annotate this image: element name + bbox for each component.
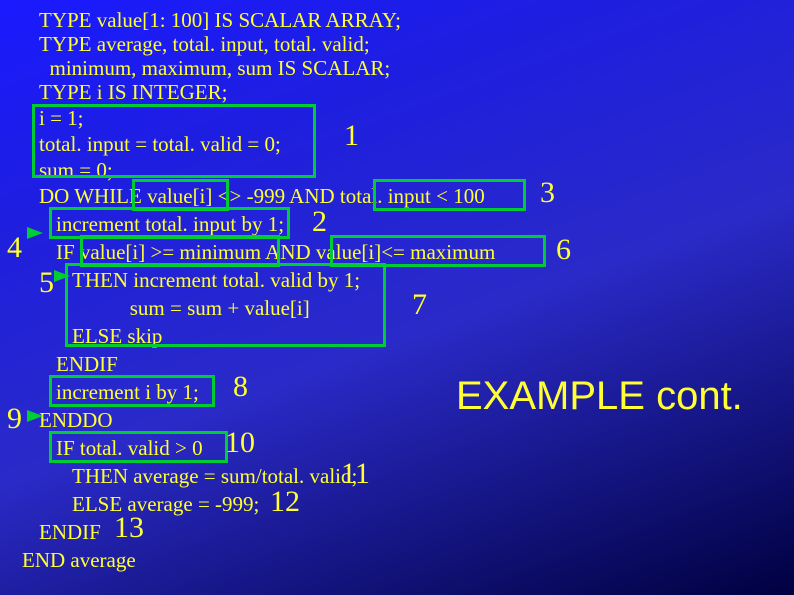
region-box-10 bbox=[49, 431, 228, 463]
code-line-16: ENDDO bbox=[39, 410, 113, 431]
region-number-2: 2 bbox=[312, 207, 327, 237]
region-number-9: 9 bbox=[7, 404, 22, 434]
code-line-20: ENDIF bbox=[39, 522, 101, 543]
code-line-18: THEN average = sum/total. valid; bbox=[72, 466, 357, 487]
region-number-3: 3 bbox=[540, 178, 555, 208]
code-line-21: END average bbox=[22, 550, 136, 571]
arrow-icon-9 bbox=[27, 410, 43, 422]
region-box-1 bbox=[32, 104, 316, 178]
region-number-8: 8 bbox=[233, 372, 248, 402]
region-number-5: 5 bbox=[39, 268, 54, 298]
region-number-10: 10 bbox=[225, 428, 255, 458]
region-number-1: 1 bbox=[344, 121, 359, 151]
region-number-13: 13 bbox=[114, 513, 144, 543]
slide-stage: TYPE value[1: 100] IS SCALAR ARRAY; TYPE… bbox=[0, 0, 794, 595]
region-box-3 bbox=[373, 179, 526, 211]
region-number-6: 6 bbox=[556, 235, 571, 265]
code-line-2: TYPE average, total. input, total. valid… bbox=[39, 34, 370, 55]
region-number-12: 12 bbox=[270, 487, 300, 517]
region-box-7 bbox=[65, 263, 386, 347]
arrow-icon-5 bbox=[54, 270, 70, 282]
region-number-7: 7 bbox=[412, 290, 427, 320]
region-number-11: 11 bbox=[341, 459, 370, 489]
code-line-14: ENDIF bbox=[56, 354, 118, 375]
code-line-1: TYPE value[1: 100] IS SCALAR ARRAY; bbox=[39, 10, 401, 31]
arrow-icon-4 bbox=[27, 227, 43, 239]
slide-title: EXAMPLE cont. bbox=[456, 374, 743, 419]
code-line-4: TYPE i IS INTEGER; bbox=[39, 82, 227, 103]
code-line-3: minimum, maximum, sum IS SCALAR; bbox=[39, 58, 390, 79]
code-line-19: ELSE average = -999; bbox=[72, 494, 259, 515]
region-box-8 bbox=[49, 375, 215, 407]
region-number-4: 4 bbox=[7, 233, 22, 263]
